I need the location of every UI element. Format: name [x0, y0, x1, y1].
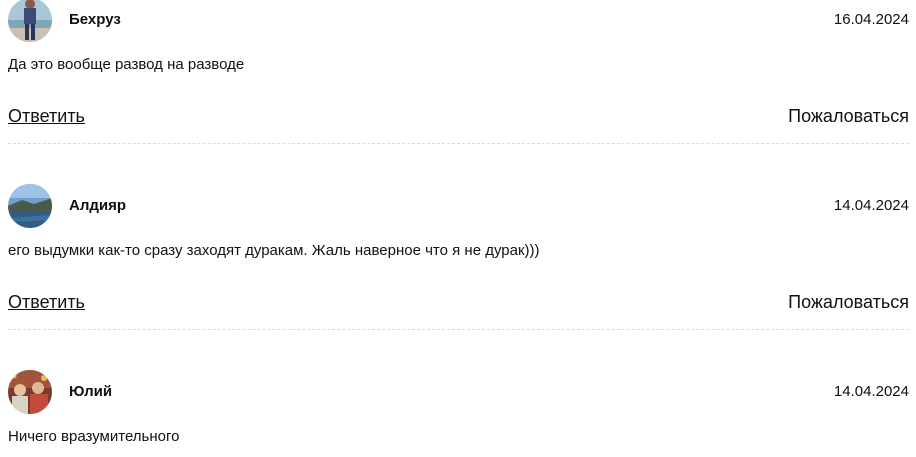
avatar[interactable]: [8, 184, 52, 228]
comment-item: Бехруз 16.04.2024 Да это вообще развод н…: [8, 0, 909, 144]
avatar[interactable]: [8, 370, 52, 414]
comment-header: Бехруз 16.04.2024: [8, 0, 909, 42]
comment-text: Ничего вразумительного: [8, 428, 180, 445]
comment-date: 14.04.2024: [833, 197, 909, 214]
report-button[interactable]: Пожаловаться: [788, 105, 909, 127]
comment-divider: [8, 143, 909, 144]
reply-button[interactable]: Ответить: [8, 105, 85, 127]
comment-text: Да это вообще развод на разводе: [8, 56, 245, 73]
comment-actions: Ответить Пожаловаться: [8, 291, 909, 313]
comment-header: Алдияр 14.04.2024: [8, 184, 909, 228]
reply-button[interactable]: Ответить: [8, 291, 85, 313]
comment-header: Юлий 14.04.2024: [8, 370, 909, 414]
comment-author: Бехруз: [69, 11, 121, 28]
comment-divider: [8, 329, 909, 330]
comment-date: 14.04.2024: [833, 383, 909, 400]
comment-actions: Ответить Пожаловаться: [8, 105, 909, 127]
comment-text: его выдумки как-то сразу заходят дуракам…: [8, 242, 540, 259]
comment-author: Алдияр: [69, 197, 127, 214]
comment-date: 16.04.2024: [833, 11, 909, 28]
report-button[interactable]: Пожаловаться: [788, 291, 909, 313]
comment-item: Алдияр 14.04.2024 его выдумки как-то сра…: [8, 184, 909, 330]
comment-author: Юлий: [69, 383, 113, 400]
comment-item: Юлий 14.04.2024 Ничего вразумительного: [8, 370, 909, 445]
avatar[interactable]: [8, 0, 52, 42]
